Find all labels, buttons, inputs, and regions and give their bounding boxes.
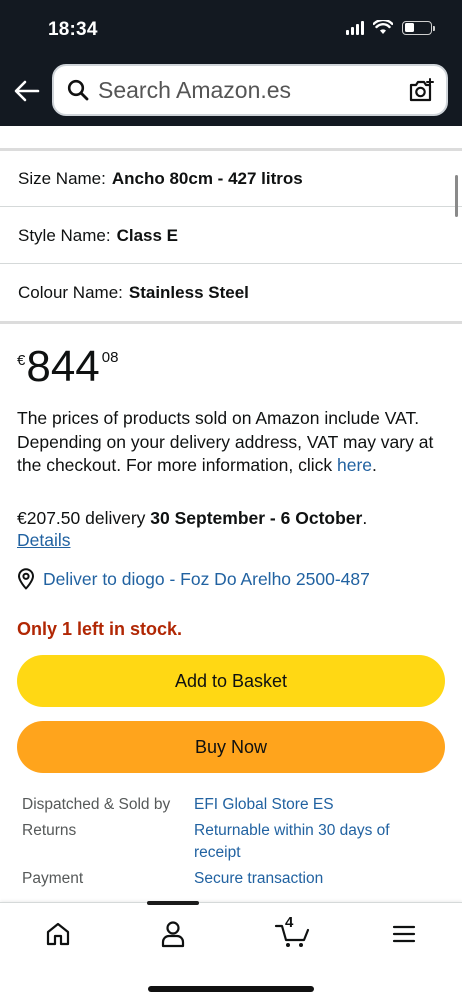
- status-icons: [346, 20, 435, 35]
- delivery-info: €207.50 delivery 30 September - 6 Octobe…: [17, 507, 367, 531]
- details-link[interactable]: Details: [17, 530, 71, 551]
- location-pin-icon: [17, 568, 37, 590]
- active-tab-indicator: [147, 901, 199, 905]
- account-icon: [161, 921, 185, 948]
- vat-note: The prices of products sold on Amazon in…: [17, 407, 447, 478]
- payment-link[interactable]: Secure transaction: [194, 868, 424, 890]
- vat-suffix: .: [372, 455, 377, 475]
- nav-account[interactable]: [153, 917, 193, 951]
- price-currency: €: [17, 352, 26, 369]
- wifi-icon: [373, 20, 393, 34]
- nav-menu[interactable]: [384, 917, 424, 951]
- info-key: Returns: [22, 822, 77, 839]
- delivery-cost: €207.50 delivery: [17, 508, 146, 528]
- info-row: Dispatched & Sold by EFI Global Store ES: [22, 794, 442, 816]
- delivery-suffix: .: [362, 508, 368, 528]
- variation-value: Stainless Steel: [128, 283, 249, 302]
- info-key: Payment: [22, 870, 84, 887]
- signal-icon: [346, 20, 364, 35]
- stock-status: Only 1 left in stock.: [17, 619, 183, 639]
- menu-icon: [392, 925, 416, 943]
- home-indicator: [148, 986, 314, 992]
- variation-value: Ancho 80cm - 427 litros: [111, 168, 303, 188]
- info-row: Payment Secure transaction: [22, 868, 442, 890]
- scrollbar[interactable]: [455, 175, 458, 217]
- home-icon: [46, 922, 70, 946]
- seller-link[interactable]: EFI Global Store ES: [194, 794, 424, 816]
- seller-info: Dispatched & Sold by EFI Global Store ES…: [22, 794, 442, 894]
- deliver-to-link[interactable]: Deliver to diogo - Foz Do Arelho 2500-48…: [17, 568, 370, 590]
- deliver-to-text: Deliver to diogo - Foz Do Arelho 2500-48…: [43, 568, 370, 589]
- price-fraction: 08: [101, 349, 119, 366]
- top-header: 18:34: [0, 0, 462, 126]
- variation-value: Class E: [116, 225, 179, 245]
- cart-count: 4: [285, 914, 294, 931]
- camera-icon[interactable]: [406, 76, 436, 106]
- buy-now-button[interactable]: Buy Now: [17, 721, 445, 773]
- nav-home[interactable]: [38, 917, 78, 951]
- delivery-dates: 30 September - 6 October: [150, 508, 363, 528]
- variation-label: Size Name:: [18, 168, 106, 188]
- price: € 844 08: [17, 344, 118, 390]
- info-key: Dispatched & Sold by: [22, 796, 171, 813]
- info-row: Returns Returnable within 30 days of rec…: [22, 820, 442, 864]
- price-whole: 844: [26, 342, 100, 391]
- variation-style[interactable]: Style Name: Class E: [0, 208, 462, 264]
- returns-link[interactable]: Returnable within 30 days of receipt: [194, 820, 424, 864]
- variation-label: Colour Name:: [18, 283, 123, 302]
- vat-here-link[interactable]: here: [337, 455, 372, 475]
- arrow-left-icon: [14, 80, 40, 102]
- search-bar[interactable]: [52, 64, 448, 116]
- back-button[interactable]: [12, 76, 42, 106]
- variation-size[interactable]: Size Name: Ancho 80cm - 427 litros: [0, 151, 462, 207]
- search-input[interactable]: [98, 76, 388, 104]
- bottom-nav: 4: [0, 901, 462, 999]
- divider: [0, 321, 462, 324]
- nav-cart[interactable]: 4: [270, 914, 314, 951]
- status-time: 18:34: [48, 19, 98, 40]
- variation-label: Style Name:: [18, 225, 111, 245]
- variation-colour[interactable]: Colour Name: Stainless Steel: [0, 265, 462, 321]
- battery-icon: [402, 20, 435, 35]
- add-to-basket-button[interactable]: Add to Basket: [17, 655, 445, 707]
- search-icon[interactable]: [66, 78, 90, 102]
